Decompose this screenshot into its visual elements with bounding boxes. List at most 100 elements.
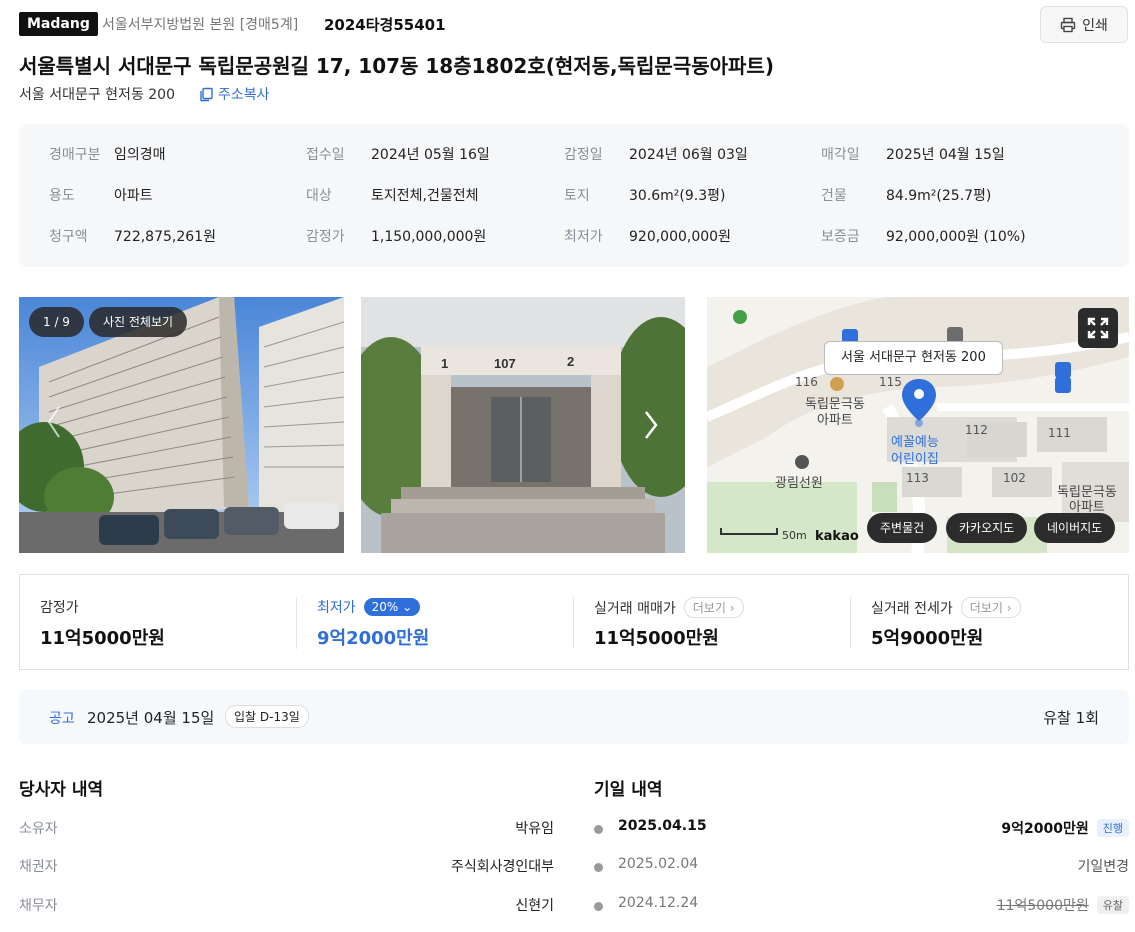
info-value: 84.9m²(25.7평) bbox=[886, 188, 992, 204]
double-chevron-down-icon: ⌄ bbox=[402, 600, 413, 614]
info-label: 감정가 bbox=[306, 229, 345, 245]
dates-title: 기일 내역 bbox=[594, 780, 663, 800]
date-row: 2024.12.24 11억5000만원 유찰 bbox=[594, 895, 1129, 917]
info-value: 920,000,000원 bbox=[629, 229, 731, 245]
price-label-text: 감정가 bbox=[40, 600, 79, 616]
map-building-number: 111 bbox=[1048, 426, 1071, 440]
expand-icon bbox=[1087, 317, 1109, 339]
property-title: 서울특별시 서대문구 독립문공원길 17, 107동 18층1802호(현저동,… bbox=[19, 54, 774, 78]
info-label: 보증금 bbox=[821, 229, 860, 245]
info-cell: 보증금 92,000,000원 (10%) bbox=[821, 225, 1026, 247]
info-cell: 토지 30.6m²(9.3평) bbox=[564, 184, 726, 206]
kakao-logo: kakao bbox=[815, 529, 859, 544]
party-value: 신현기 bbox=[515, 898, 554, 914]
divider bbox=[850, 597, 851, 649]
info-label: 접수일 bbox=[306, 147, 345, 163]
info-cell: 경매구분 임의경매 bbox=[49, 143, 166, 165]
info-label: 건물 bbox=[821, 188, 847, 204]
map-place-label: 어린이집 bbox=[891, 452, 939, 467]
court-name: 서울서부지방법원 본원 [경매5계] bbox=[102, 17, 299, 33]
price-value: 5억9000만원 bbox=[871, 628, 984, 649]
date-value: 2025.02.04 bbox=[618, 856, 699, 872]
map-building-number: 116 bbox=[795, 375, 818, 389]
discount-badge-text: 20% bbox=[371, 600, 399, 614]
chevron-right-icon: › bbox=[729, 601, 735, 615]
copy-address-label: 주소복사 bbox=[218, 87, 270, 103]
price-value: 11억5000만원 bbox=[40, 628, 165, 649]
info-value: 30.6m²(9.3평) bbox=[629, 188, 726, 204]
info-value: 1,150,000,000원 bbox=[371, 229, 487, 245]
divider bbox=[573, 597, 574, 649]
divider bbox=[296, 597, 297, 649]
status-badge: 진행 bbox=[1096, 819, 1129, 837]
kakao-map-button[interactable]: 카카오지도 bbox=[946, 513, 1028, 543]
building-label-3: 2 bbox=[567, 354, 574, 369]
naver-map-button[interactable]: 네이버지도 bbox=[1034, 513, 1116, 543]
info-label: 대상 bbox=[306, 188, 332, 204]
notice-bar: 공고 2025년 04월 15일 입찰 D-13일 유찰 1회 bbox=[19, 690, 1129, 744]
info-row: 용도 아파트 대상 토지전체,건물전체 토지 30.6m²(9.3평) 건물 84.9m… bbox=[19, 184, 1129, 206]
more-label: 더보기 bbox=[692, 601, 726, 615]
price-minimum: 최저가 20% ⌄ 9억2000만원 bbox=[317, 575, 567, 669]
building-label-1: 1 bbox=[441, 356, 448, 371]
chevron-right-icon: › bbox=[1006, 601, 1012, 615]
price-label-text: 실거래 전세가 bbox=[871, 600, 953, 617]
nearby-listings-button[interactable]: 주변물건 bbox=[867, 513, 938, 543]
copy-address-button[interactable]: 주소복사 bbox=[199, 84, 270, 104]
info-cell: 접수일 2024년 05월 16일 bbox=[306, 143, 490, 165]
price-real-lease: 실거래 전세가 더보기 › 5억9000만원 bbox=[871, 575, 1121, 669]
price-label: 감정가 bbox=[40, 597, 79, 617]
property-photo-1[interactable]: 1 / 9 사진 전체보기 bbox=[19, 297, 344, 553]
sub-address: 서울 서대문구 현저동 200 bbox=[19, 87, 175, 103]
date-result: 기일변경 bbox=[1077, 856, 1129, 876]
info-value: 2024년 05월 16일 bbox=[371, 147, 490, 163]
map-fullscreen-button[interactable] bbox=[1078, 308, 1118, 348]
party-row: 채무자 신현기 bbox=[19, 895, 554, 917]
notice-label: 공고 bbox=[49, 711, 75, 727]
party-label: 채권자 bbox=[19, 859, 58, 875]
view-all-photos-button[interactable]: 사진 전체보기 bbox=[89, 307, 188, 337]
price-label: 실거래 전세가 더보기 › bbox=[871, 597, 1021, 618]
info-cell: 용도 아파트 bbox=[49, 184, 153, 206]
copy-icon bbox=[200, 87, 213, 101]
info-label: 감정일 bbox=[564, 147, 603, 163]
timeline-dot bbox=[594, 902, 603, 911]
price-real-sale: 실거래 매매가 더보기 › 11억5000만원 bbox=[594, 575, 844, 669]
map-place-label: 독립문극동 bbox=[1057, 485, 1117, 500]
brand-logo[interactable]: Madang bbox=[19, 12, 98, 36]
info-row: 경매구분 임의경매 접수일 2024년 05월 16일 감정일 2024년 06월 0… bbox=[19, 143, 1129, 165]
discount-badge[interactable]: 20% ⌄ bbox=[363, 598, 421, 616]
party-value: 주식회사경인대부 bbox=[450, 859, 554, 875]
party-value: 박유임 bbox=[515, 821, 554, 837]
info-row: 청구액 722,875,261원 감정가 1,150,000,000원 최저가 920… bbox=[19, 225, 1129, 247]
case-number: 2024타경55401 bbox=[324, 16, 446, 34]
info-value: 아파트 bbox=[114, 188, 153, 204]
more-real-sale-button[interactable]: 더보기 › bbox=[683, 597, 744, 618]
map-building-number: 102 bbox=[1003, 471, 1026, 485]
info-label: 매각일 bbox=[821, 147, 860, 163]
price-label: 최저가 20% ⌄ bbox=[317, 597, 421, 617]
entrance-photo-image: 1 107 2 bbox=[361, 297, 685, 553]
property-photo-2[interactable]: 1 107 2 bbox=[361, 297, 685, 553]
map-place-label: 독립문극동 bbox=[805, 397, 865, 412]
info-cell: 청구액 722,875,261원 bbox=[49, 225, 216, 247]
info-label: 경매구분 bbox=[49, 147, 101, 163]
print-button[interactable]: 인쇄 bbox=[1040, 6, 1128, 43]
timeline-dot bbox=[594, 863, 603, 872]
info-cell: 매각일 2025년 04월 15일 bbox=[821, 143, 1005, 165]
info-cell: 감정일 2024년 06월 03일 bbox=[564, 143, 748, 165]
more-real-lease-button[interactable]: 더보기 › bbox=[960, 597, 1021, 618]
timeline-dot bbox=[594, 825, 603, 834]
price-appraisal: 감정가 11억5000만원 bbox=[40, 575, 290, 669]
date-row: 2025.02.04 기일변경 bbox=[594, 856, 1129, 878]
price-label-text: 최저가 bbox=[317, 600, 356, 616]
party-row: 채권자 주식회사경인대부 bbox=[19, 856, 554, 878]
info-value: 2025년 04월 15일 bbox=[886, 147, 1005, 163]
price-label-text: 실거래 매매가 bbox=[594, 600, 676, 617]
info-cell: 최저가 920,000,000원 bbox=[564, 225, 731, 247]
price-summary-panel: 감정가 11억5000만원 최저가 20% ⌄ 9억2000만원 실거래 매매가… bbox=[19, 574, 1129, 670]
info-value: 722,875,261원 bbox=[114, 229, 216, 245]
info-label: 용도 bbox=[49, 188, 75, 204]
notice-date: 2025년 04월 15일 bbox=[87, 709, 215, 727]
date-result: 11억5000만원 유찰 bbox=[997, 895, 1129, 915]
